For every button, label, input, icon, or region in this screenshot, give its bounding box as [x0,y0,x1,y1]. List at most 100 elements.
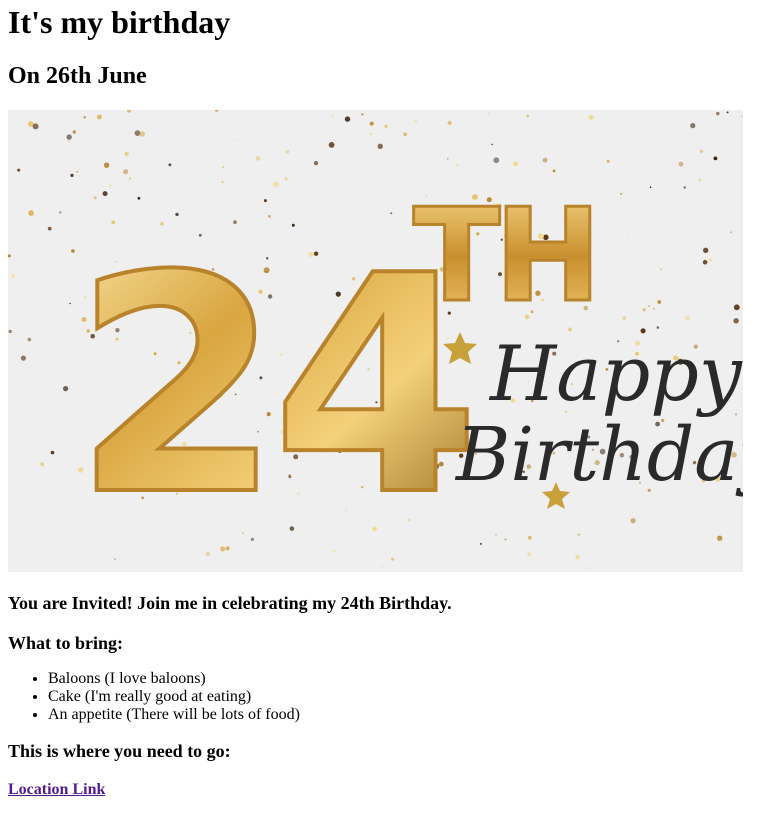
confetti-dot [222,166,225,169]
confetti-dot [83,116,87,119]
confetti-dot [577,533,580,536]
confetti-dot [479,542,482,545]
party-date: On 26th June [8,63,147,89]
confetti-dot [446,157,449,160]
confetti-dot [588,114,594,120]
page: It's my birthday On 26th June 24 TH Happ… [0,4,771,800]
confetti-dot [703,247,709,253]
confetti-dot [96,114,102,120]
confetti-dot [50,450,55,455]
confetti-dot [139,131,145,137]
confetti-dot [20,355,26,361]
invitation-text: You are Invited! Join me in celebrating … [8,593,452,613]
confetti-dot [403,132,408,137]
confetti-dot [630,518,636,524]
list-item: Cake (I'm really good at eating) [48,688,763,706]
confetti-dot [455,163,459,167]
confetti-dot [369,132,373,136]
confetti-dot [504,538,507,541]
confetti-dot [168,163,172,167]
birthday-script-text: Birthday [454,412,743,498]
confetti-dot [713,156,718,161]
confetti-dot [733,304,740,311]
confetti-dot [698,178,702,182]
confetti-dot [622,316,626,320]
confetti-dot [11,274,16,279]
confetti-dot [653,307,655,310]
confetti-dot [40,462,45,467]
confetti-dot [17,168,21,172]
location-heading: This is where you need to go: [8,741,231,761]
confetti-dot [27,337,32,342]
confetti-dot [585,566,588,570]
confetti-dot [313,161,319,166]
confetti-dot [642,308,646,312]
location-link[interactable]: Location Link [8,781,105,798]
confetti-dot [488,112,490,115]
confetti-dot [491,143,494,146]
confetti-dot [361,113,364,116]
confetti-dot [109,184,112,187]
list-item: An appetite (There will be lots of food) [48,706,763,724]
balloon-suffix-text: TH [413,182,595,331]
confetti-dot [627,238,630,240]
confetti-dot [124,151,129,156]
happy-script-text: Happy [488,329,743,418]
confetti-dot [659,267,663,271]
confetti-dot [690,123,696,129]
confetti-dot [129,177,132,180]
confetti-dot [730,231,732,234]
confetti-dot [493,157,500,164]
confetti-dot [369,121,374,126]
confetti-dot [648,305,651,308]
confetti-dot [255,156,261,161]
confetti-dot [59,211,62,214]
confetti-dot [678,161,684,167]
confetti-dot [513,161,518,167]
confetti-dot [447,120,452,125]
confetti-dot [381,565,384,568]
confetti-dot [8,254,11,258]
confetti-dot [8,329,12,334]
confetti-dot [76,171,78,173]
confetti-dot [32,123,39,130]
bring-list: Baloons (I love baloons) Cake (I'm reall… [8,670,763,724]
confetti-dot [683,186,686,189]
confetti-dot [134,130,141,136]
confetti-dot [233,139,236,142]
confetti-dot [657,300,662,304]
confetti-dot [552,169,556,173]
confetti-dot [606,159,610,163]
confetti-dot [575,555,580,560]
confetti-dot [527,552,532,557]
confetti-dot [273,181,279,188]
confetti-dot [47,226,52,231]
confetti-dot [70,173,74,177]
confetti-dot [123,169,129,175]
confetti-dot [733,318,739,324]
confetti-dot [699,149,703,153]
confetti-dot [69,302,71,305]
birthday-banner-image: 24 TH Happy Birthday [8,110,743,572]
balloon-number-text: 24 [73,212,470,561]
confetti-dot [332,115,334,118]
confetti-dot [414,119,418,123]
confetti-dot [344,116,351,122]
location-link-container: Location Link [8,780,763,800]
confetti-dot [528,535,532,540]
confetti-dot [63,386,69,392]
confetti-dot [649,186,652,188]
confetti-dot [377,143,383,149]
bring-heading: What to bring: [8,633,124,653]
confetti-dot [702,259,708,265]
confetti-dot [285,149,290,154]
balloon-suffix: TH [412,181,603,333]
confetti-dot [495,533,497,536]
confetti-dot [137,196,141,200]
confetti-dot [284,177,288,181]
confetti-dot [717,535,723,541]
list-item: Baloons (I love baloons) [48,670,763,688]
confetti-dot [384,124,388,128]
page-title: It's my birthday [8,4,231,40]
confetti-dot [328,142,335,148]
